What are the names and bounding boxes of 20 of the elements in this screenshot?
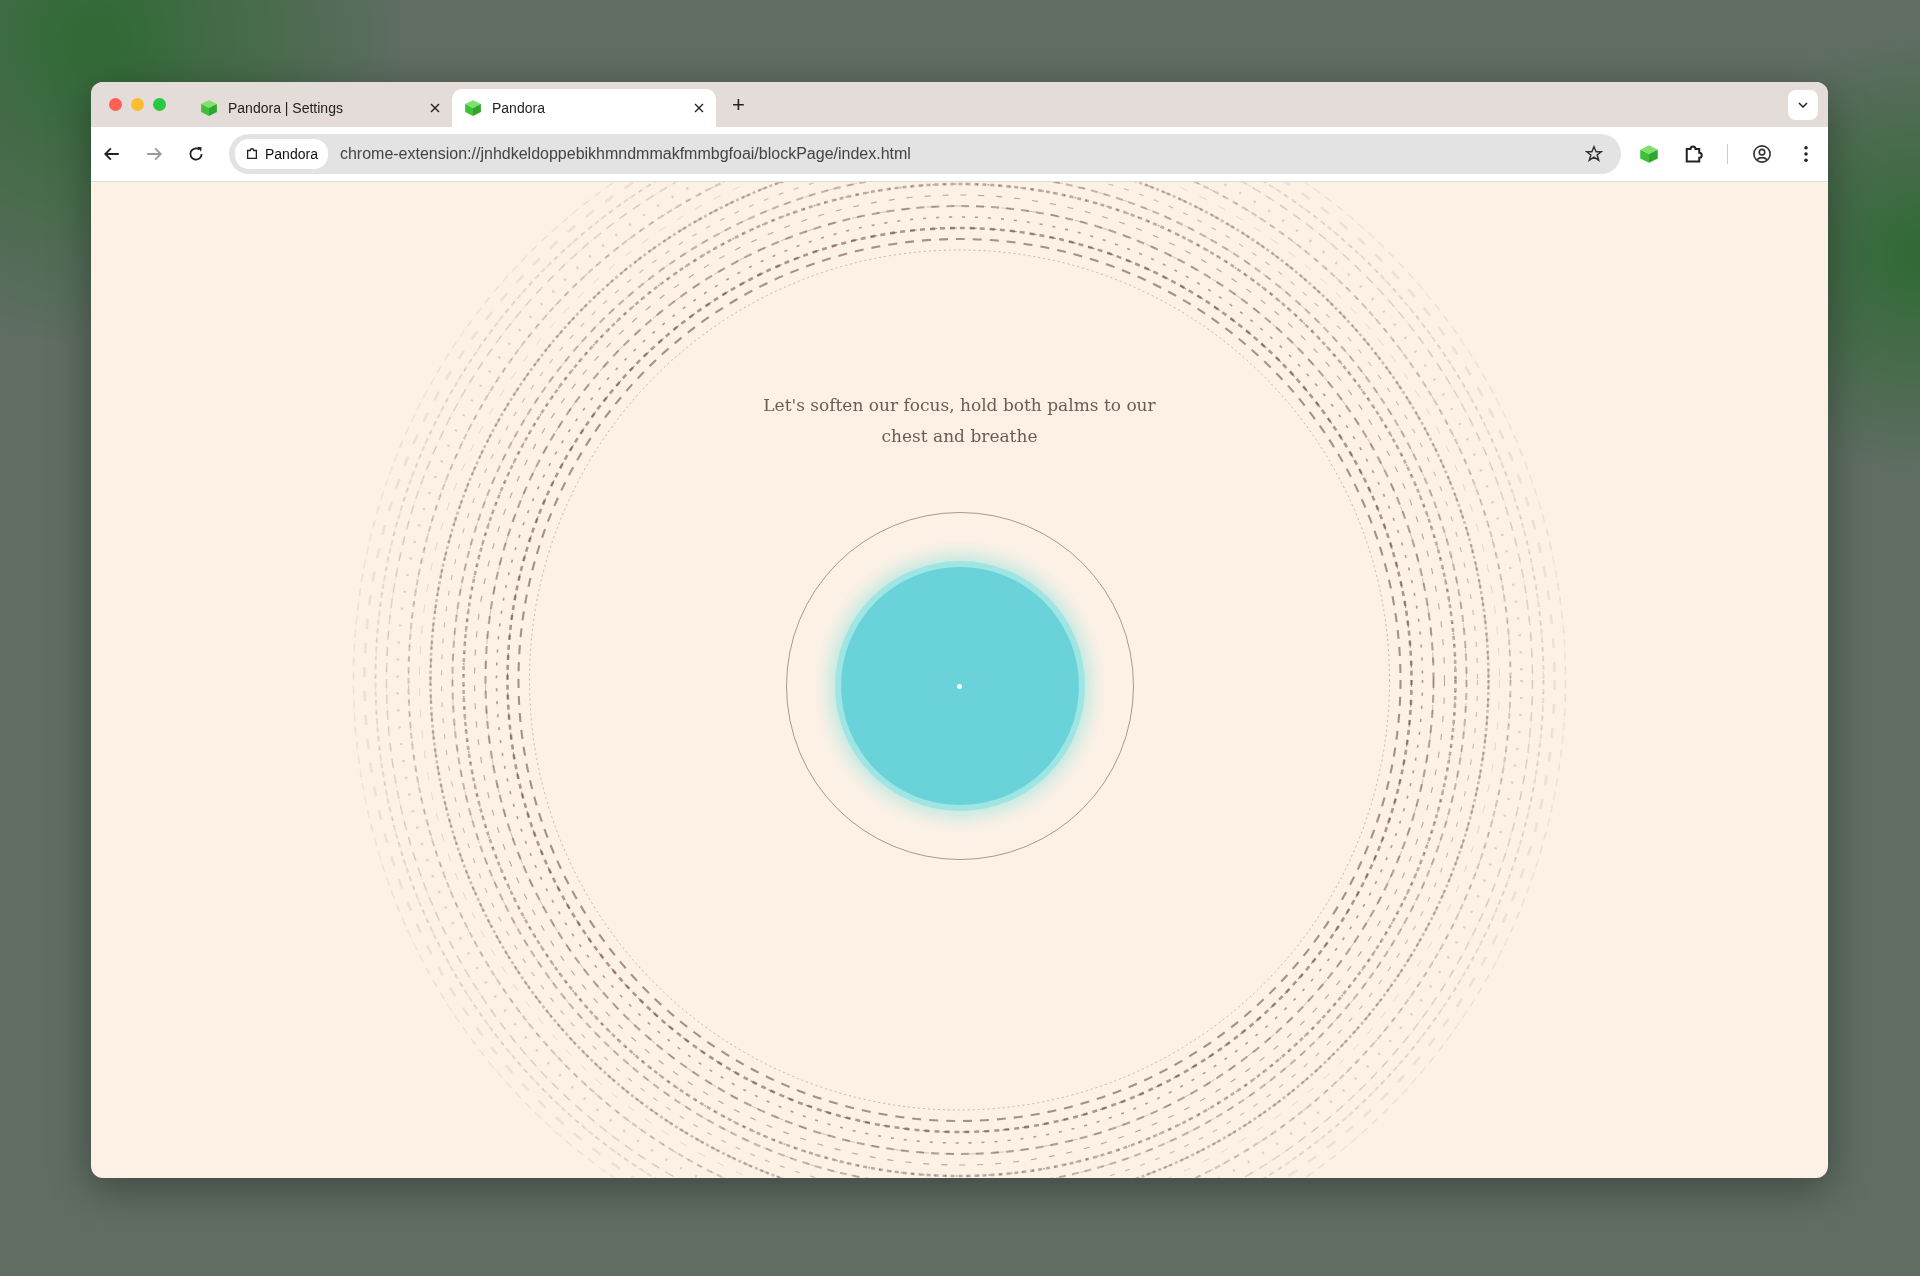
bookmark-star-icon[interactable] [1585,145,1603,163]
browser-tab[interactable]: Pandora | Settings [188,89,452,127]
new-tab-button[interactable]: + [726,90,751,119]
cube-icon[interactable] [1639,144,1659,164]
url-text: chrome-extension://jnhdkeldoppebikhmndmmakfmmbgfoai/blockPage/index.html [339,145,912,163]
address-bar[interactable]: Pandora chrome-extension://jnhdkeldoppebikhmndmmakfmmbgfoai/blockPage/index.html [229,134,1621,174]
reload-icon[interactable] [187,145,205,163]
close-icon[interactable] [694,103,704,113]
cube-icon [200,99,218,117]
site-chip[interactable]: Pandora [235,139,328,169]
profile-icon[interactable] [1752,144,1772,164]
breathing-instruction: Let's soften our focus, hold both palms to our chest and breathe [762,394,1157,448]
browser-tab[interactable]: Pandora [452,89,716,127]
forward-icon[interactable] [145,145,163,163]
back-icon[interactable] [103,145,121,163]
close-icon[interactable] [430,103,440,113]
cube-icon [464,99,482,117]
chevron-down-icon [1798,101,1808,108]
extensions-icon[interactable] [1683,144,1703,164]
tab-list-button[interactable] [1788,89,1818,120]
